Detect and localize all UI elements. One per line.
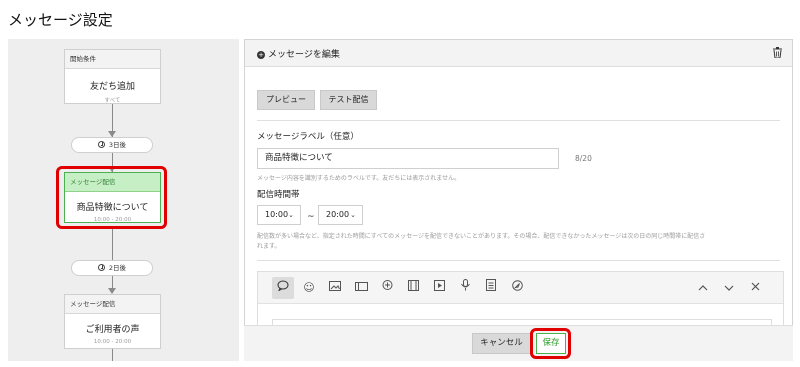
editor-title: メッセージを編集 <box>268 50 340 60</box>
editor-header: + メッセージを編集 <box>245 40 792 67</box>
label-help-text: メッセージ内容を識別するためのラベルです。友だちには表示されません。 <box>257 175 461 182</box>
video-icon[interactable] <box>402 277 424 299</box>
coupon-icon[interactable] <box>376 277 398 299</box>
plus-circle-icon: + <box>257 51 265 59</box>
card-subtitle: すべて <box>104 98 121 104</box>
text-bubble-icon[interactable] <box>272 277 294 299</box>
divider <box>257 260 780 261</box>
card-header: メッセージ配信 <box>65 295 160 314</box>
delay-label: 2日後 <box>108 264 127 272</box>
rich-message-icon[interactable] <box>480 277 502 299</box>
card-title: ご利用者の声 <box>85 325 140 335</box>
flow-card-start[interactable]: 開始条件 友だち追加 すべて <box>64 49 161 104</box>
divider <box>257 120 780 121</box>
card-header: 開始条件 <box>65 50 160 69</box>
save-highlight <box>530 328 571 359</box>
time-help-line2: れます。 <box>257 243 281 250</box>
chevron-down-icon: ⌄ <box>350 211 356 219</box>
time-window-title: 配信時間帯 <box>257 190 300 200</box>
microphone-icon[interactable] <box>454 277 476 299</box>
start-time-select[interactable]: 10:00 ⌄ <box>257 205 301 225</box>
chevron-up-icon[interactable] <box>692 277 714 299</box>
end-time-select[interactable]: 20:00 ⌄ <box>318 205 363 225</box>
chevron-down-icon: ⌄ <box>288 211 294 219</box>
trash-icon[interactable] <box>773 47 782 58</box>
selection-highlight <box>56 166 167 229</box>
delay-pill-1[interactable]: 3日後 <box>71 137 153 153</box>
card-title: 友だち追加 <box>89 82 135 92</box>
delay-pill-2[interactable]: 2日後 <box>71 260 153 276</box>
connector-line <box>112 229 113 260</box>
card-icon[interactable] <box>350 277 372 299</box>
chevron-down-icon[interactable] <box>718 277 740 299</box>
close-icon[interactable] <box>744 277 766 299</box>
start-time-value: 10:00 <box>265 210 289 219</box>
editor-panel: + メッセージを編集 プレビュー テスト配信 メッセージラベル（任意） 商品特徴に… <box>244 39 793 361</box>
end-time-value: 20:00 <box>326 210 350 219</box>
editor-footer: キャンセル 保存 <box>244 325 793 361</box>
char-counter: 8/20 <box>575 154 592 163</box>
survey-icon[interactable] <box>506 277 528 299</box>
clock-icon <box>97 141 105 148</box>
page-title: メッセージ設定 <box>8 11 113 29</box>
composer-toolbar: ☺ <box>258 272 783 304</box>
connector-line <box>112 349 113 361</box>
test-send-button[interactable]: テスト配信 <box>320 90 377 110</box>
time-separator: ~ <box>307 212 315 222</box>
flow-panel: 開始条件 友だち追加 すべて 3日後 メッセージ配信 商品特徴について 10:0… <box>8 39 239 361</box>
emoji-icon[interactable]: ☺ <box>298 277 320 299</box>
label-field-title: メッセージラベル（任意） <box>257 132 359 142</box>
cancel-button[interactable]: キャンセル <box>472 333 531 354</box>
delay-label: 3日後 <box>108 141 127 149</box>
preview-button[interactable]: プレビュー <box>257 90 315 110</box>
message-label-input[interactable]: 商品特徴について <box>257 148 559 169</box>
play-icon[interactable] <box>428 277 450 299</box>
time-help-line1: 配信数が多い場合など、指定された時間にすべてのメッセージを配信できないことがあり… <box>257 233 706 240</box>
clock-icon <box>97 264 105 271</box>
card-subtitle: 10:00 - 20:00 <box>93 339 132 345</box>
flow-card-next[interactable]: メッセージ配信 ご利用者の声 10:00 - 20:00 <box>64 294 161 349</box>
image-icon[interactable] <box>324 277 346 299</box>
